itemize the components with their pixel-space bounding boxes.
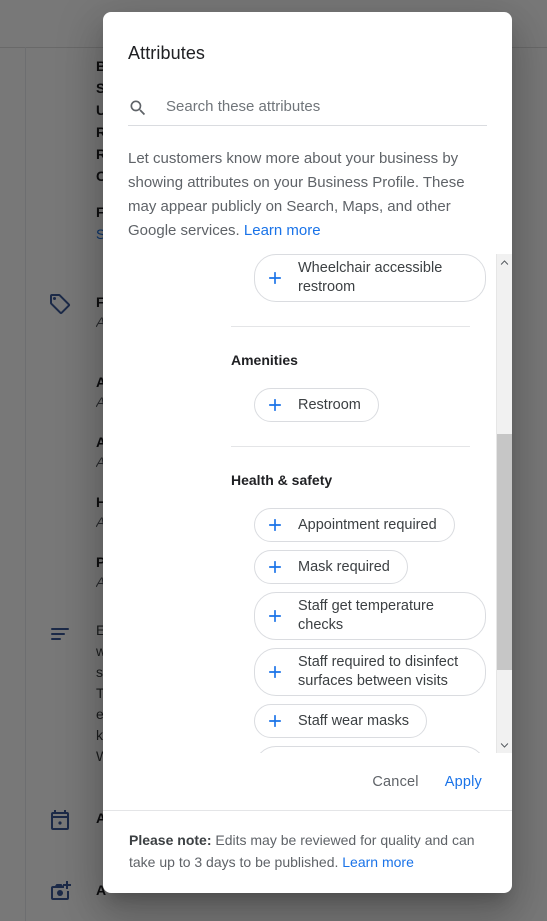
attribute-group-2-chips: Appointment required Mask required Staff… [103,508,496,753]
chevron-down-icon[interactable] [497,737,512,753]
attribute-group-2-title: Health & safety [231,472,333,488]
group-divider [231,446,470,447]
attribute-chip-label: Wheelchair accessible restroom [298,260,443,295]
attribute-chip-label: Staff get temperature checks [298,598,434,633]
attribute-chip[interactable]: Restroom [254,388,379,422]
attribute-chip[interactable]: Mask required [254,550,408,584]
cancel-button[interactable]: Cancel [363,766,427,798]
attribute-chip-label: Appointment required [298,516,437,533]
search-field[interactable] [128,91,487,126]
attribute-chip[interactable]: Appointment required [254,508,455,542]
scrollbar-thumb[interactable] [497,434,512,670]
attribute-chip-label: Staff required to disinfect surfaces bet… [298,654,459,689]
plus-icon [265,515,285,535]
search-icon [128,98,148,118]
plus-icon [265,662,285,682]
plus-icon [265,606,285,626]
dialog-actions: Cancel Apply [103,753,512,810]
dialog-note: Please note: Edits may be reviewed for q… [103,810,512,893]
attributes-scroll-area: Wheelchair accessible restroom Amenities… [103,254,512,753]
attribute-group-1-title: Amenities [231,352,298,368]
scrollbar[interactable] [496,254,512,753]
attribute-group-1: Amenities Restroom [103,351,496,422]
plus-icon [265,557,285,577]
attribute-chip[interactable]: Staff get temperature checks [254,592,486,640]
description-learn-more-link[interactable]: Learn more [244,222,321,239]
attribute-chip[interactable]: Staff wear masks [254,704,427,738]
chevron-up-icon[interactable] [497,254,512,270]
group-divider [231,326,470,327]
attribute-group-0-chips: Wheelchair accessible restroom [103,254,496,302]
note-prefix: Please note: [129,832,212,848]
attributes-dialog: Attributes Let customers know more about… [103,12,512,893]
attribute-chip-label: Staff wear masks [298,712,409,729]
attribute-group-2: Health & safety Appointment required Mas… [103,471,496,753]
attributes-list: Wheelchair accessible restroom Amenities… [103,254,496,753]
dialog-title: Attributes [128,43,206,63]
attribute-chip[interactable]: Temperature check required [254,746,486,753]
plus-icon [265,395,285,415]
attribute-chip[interactable]: Staff required to disinfect surfaces bet… [254,648,486,696]
note-learn-more-link[interactable]: Learn more [342,854,414,870]
attribute-chip[interactable]: Wheelchair accessible restroom [254,254,486,302]
plus-icon [265,711,285,731]
attribute-chip-label: Temperature check required [298,751,468,753]
attribute-chip-label: Restroom [298,396,361,413]
attribute-group-1-chips: Restroom [103,388,496,422]
attribute-group-0: Wheelchair accessible restroom [103,254,496,302]
search-input[interactable] [166,97,487,119]
attribute-chip-label: Mask required [298,558,390,575]
dialog-description: Let customers know more about your busin… [128,147,490,243]
apply-button[interactable]: Apply [436,766,491,798]
plus-icon [265,268,285,288]
